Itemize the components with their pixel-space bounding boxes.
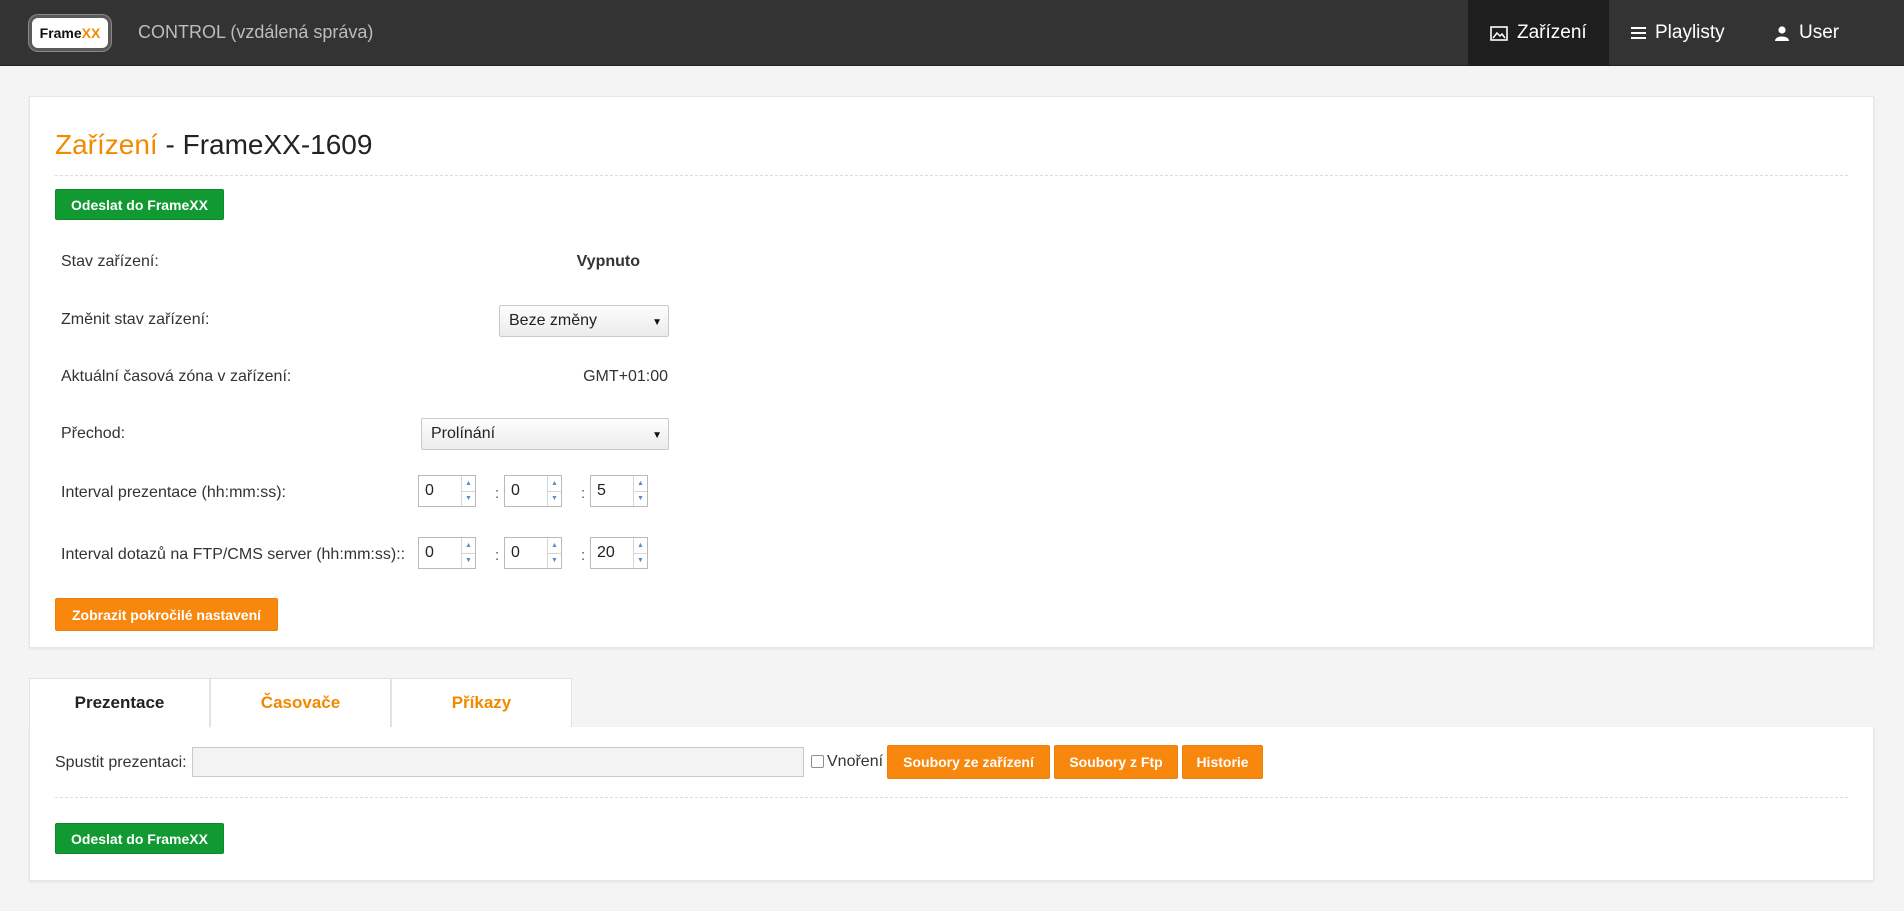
transition-value: Prolínání bbox=[431, 425, 496, 442]
spin-up-icon[interactable]: ▲ bbox=[462, 476, 475, 492]
chevron-down-icon: ▼ bbox=[652, 430, 662, 441]
interval-seconds-stepper[interactable]: 5 ▲ ▼ bbox=[590, 475, 648, 507]
spin-down-icon[interactable]: ▼ bbox=[548, 554, 561, 569]
time-separator: : bbox=[495, 485, 500, 502]
list-icon bbox=[1631, 27, 1646, 39]
nav-playlists-label: Playlisty bbox=[1655, 22, 1725, 43]
page-title-device: - FrameXX-1609 bbox=[157, 129, 373, 160]
spin-down-icon[interactable]: ▼ bbox=[548, 492, 561, 507]
top-navbar: Frame XX CONTROL (vzdálená správa) Zaříze… bbox=[0, 0, 1904, 66]
page-title-accent: Zařízení bbox=[55, 129, 158, 160]
device-panel: Zařízení - FrameXX-1609 Odeslat do Frame… bbox=[29, 96, 1874, 648]
transition-select[interactable]: Prolínání ▼ bbox=[421, 418, 669, 450]
time-separator: : bbox=[581, 547, 586, 564]
nav-devices[interactable]: Zařízení bbox=[1468, 0, 1609, 66]
ftp-hours-value: 0 bbox=[425, 544, 434, 561]
spin-up-icon[interactable]: ▲ bbox=[634, 476, 647, 492]
spin-up-icon[interactable]: ▲ bbox=[548, 476, 561, 492]
presentation-input[interactable] bbox=[192, 747, 804, 777]
status-value: Vypnuto bbox=[576, 253, 640, 270]
ftp-minutes-stepper[interactable]: 0 ▲ ▼ bbox=[504, 537, 562, 569]
history-button[interactable]: Historie bbox=[1182, 745, 1263, 779]
spin-up-icon[interactable]: ▲ bbox=[548, 538, 561, 554]
change-state-label: Změnit stav zařízení: bbox=[61, 311, 210, 328]
logo-text-accent: XX bbox=[81, 25, 101, 41]
spin-down-icon[interactable]: ▼ bbox=[634, 554, 647, 569]
spin-up-icon[interactable]: ▲ bbox=[634, 538, 647, 554]
change-state-value: Beze změny bbox=[509, 312, 598, 329]
tab-commands[interactable]: Příkazy bbox=[391, 678, 572, 728]
logo-text: Frame bbox=[39, 25, 82, 41]
divider bbox=[55, 797, 1848, 798]
ftp-hours-stepper[interactable]: 0 ▲ ▼ bbox=[418, 537, 476, 569]
app-title: CONTROL (vzdálená správa) bbox=[138, 22, 374, 42]
time-separator: : bbox=[495, 547, 500, 564]
nav-user[interactable]: User bbox=[1749, 0, 1859, 66]
ftp-minutes-value: 0 bbox=[511, 544, 520, 561]
spin-down-icon[interactable]: ▼ bbox=[634, 492, 647, 507]
ftp-seconds-value: 20 bbox=[597, 544, 615, 561]
nested-label: Vnoření bbox=[827, 753, 884, 770]
nav-user-label: User bbox=[1799, 22, 1840, 43]
interval-hours-value: 0 bbox=[425, 482, 434, 499]
show-advanced-settings-button[interactable]: Zobrazit pokročilé nastavení bbox=[55, 598, 278, 631]
change-state-select[interactable]: Beze změny ▼ bbox=[499, 305, 669, 337]
page-title: Zařízení - FrameXX-1609 bbox=[55, 129, 372, 161]
divider bbox=[55, 175, 1848, 176]
nav-playlists[interactable]: Playlisty bbox=[1609, 0, 1749, 66]
timezone-value: GMT+01:00 bbox=[583, 368, 668, 385]
send-to-framexx-button[interactable]: Odeslat do FrameXX bbox=[55, 823, 224, 854]
files-from-device-button[interactable]: Soubory ze zařízení bbox=[887, 745, 1050, 779]
time-separator: : bbox=[581, 485, 586, 502]
ftp-interval-label: Interval dotazů na FTP/CMS server (hh:mm… bbox=[61, 546, 406, 563]
user-icon bbox=[1775, 26, 1789, 41]
transition-label: Přechod: bbox=[61, 425, 126, 442]
start-presentation-label: Spustit prezentaci: bbox=[55, 754, 187, 771]
files-from-ftp-button[interactable]: Soubory z Ftp bbox=[1054, 745, 1178, 779]
nested-checkbox[interactable] bbox=[811, 755, 824, 768]
send-to-framexx-button[interactable]: Odeslat do FrameXX bbox=[55, 189, 224, 220]
nav-devices-label: Zařízení bbox=[1517, 22, 1587, 43]
interval-label: Interval prezentace (hh:mm:ss): bbox=[61, 484, 286, 501]
spin-down-icon[interactable]: ▼ bbox=[462, 554, 475, 569]
timezone-label: Aktuální časová zóna v zařízení: bbox=[61, 368, 292, 385]
tab-presentation[interactable]: Prezentace bbox=[29, 678, 210, 728]
ftp-seconds-stepper[interactable]: 20 ▲ ▼ bbox=[590, 537, 648, 569]
presentation-tab-panel: Spustit prezentaci: Vnoření Soubory ze z… bbox=[29, 727, 1874, 881]
interval-minutes-stepper[interactable]: 0 ▲ ▼ bbox=[504, 475, 562, 507]
tab-timers[interactable]: Časovače bbox=[210, 678, 391, 728]
interval-hours-stepper[interactable]: 0 ▲ ▼ bbox=[418, 475, 476, 507]
spin-down-icon[interactable]: ▼ bbox=[462, 492, 475, 507]
chevron-down-icon: ▼ bbox=[652, 317, 662, 328]
framexx-logo[interactable]: Frame XX bbox=[29, 15, 111, 51]
interval-seconds-value: 5 bbox=[597, 482, 606, 499]
interval-minutes-value: 0 bbox=[511, 482, 520, 499]
spin-up-icon[interactable]: ▲ bbox=[462, 538, 475, 554]
image-icon bbox=[1490, 25, 1508, 41]
status-label: Stav zařízení: bbox=[61, 253, 159, 270]
